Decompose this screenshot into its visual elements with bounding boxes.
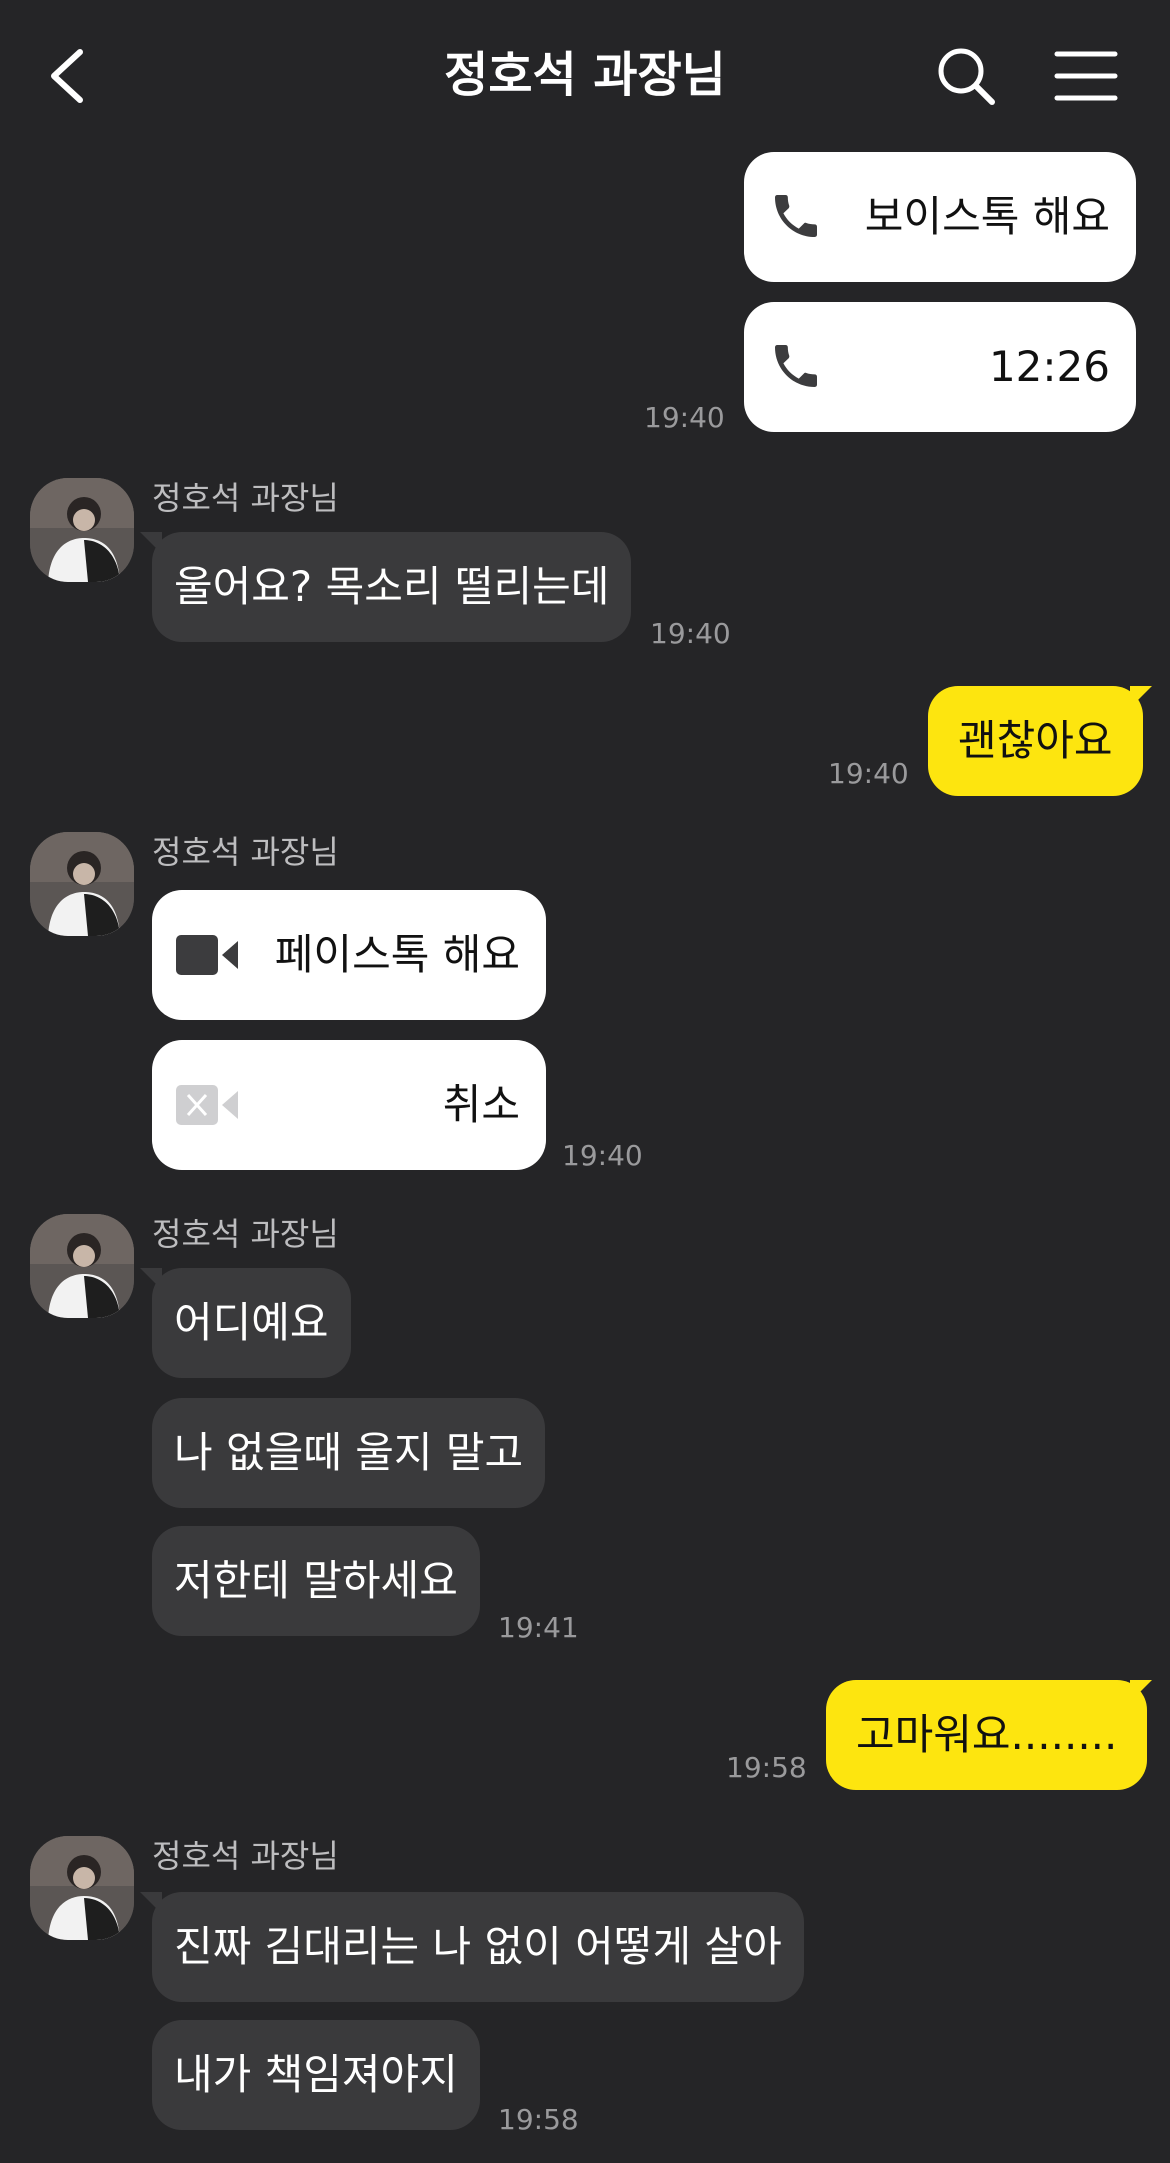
sent-message-bubble[interactable]: 괜찮아요 (928, 686, 1143, 796)
facetalk-cancel-label: 취소 (442, 1080, 520, 1129)
received-message-bubble[interactable]: 저한테 말하세요 (152, 1526, 480, 1636)
received-message-bubble[interactable]: 울어요? 목소리 떨리는데 (152, 532, 632, 642)
video-camera-off-icon (176, 1085, 238, 1125)
message-text: 내가 책임져야지 (174, 2050, 458, 2099)
avatar[interactable] (30, 1836, 134, 1940)
sender-name: 정호석 과장님 (152, 1837, 339, 1875)
facetalk-cancel-card[interactable]: 취소 (152, 1040, 546, 1170)
received-message-bubble[interactable]: 나 없을때 울지 말고 (152, 1398, 546, 1508)
bubble-tail (140, 1892, 162, 1914)
message-text: 고마워요........ (856, 1710, 1118, 1759)
received-message-bubble[interactable]: 진짜 김대리는 나 없이 어떻게 살아 (152, 1892, 804, 2002)
received-message-bubble[interactable]: 내가 책임져야지 (152, 2020, 480, 2130)
voice-call-duration-card[interactable]: 12:26 (744, 302, 1136, 432)
bubble-tail (140, 1268, 162, 1290)
received-message-bubble[interactable]: 어디예요 (152, 1268, 351, 1378)
bubble-tail (1130, 1680, 1152, 1702)
timestamp: 19:41 (498, 1611, 579, 1644)
call-duration-label: 12:26 (988, 342, 1110, 391)
timestamp: 19:58 (498, 2103, 579, 2136)
bubble-tail (1130, 686, 1152, 708)
message-text: 어디예요 (174, 1298, 329, 1347)
avatar-image (30, 1836, 134, 1940)
bubble-tail (140, 532, 162, 554)
avatar-image (30, 832, 134, 936)
timestamp: 19:40 (562, 1139, 643, 1172)
message-text: 괜찮아요 (958, 716, 1113, 765)
search-button[interactable] (934, 44, 998, 108)
avatar-image (30, 478, 134, 582)
message-text: 저한테 말하세요 (174, 1556, 458, 1605)
message-text: 진짜 김대리는 나 없이 어떻게 살아 (174, 1922, 782, 1971)
timestamp: 19:40 (644, 401, 725, 434)
message-text: 나 없을때 울지 말고 (174, 1428, 524, 1477)
timestamp: 19:58 (726, 1751, 807, 1784)
avatar[interactable] (30, 1214, 134, 1318)
phone-icon (775, 195, 817, 237)
search-icon (938, 48, 995, 105)
timestamp: 19:40 (650, 617, 731, 650)
voice-call-label: 보이스톡 해요 (864, 192, 1110, 241)
sender-name: 정호석 과장님 (152, 833, 339, 871)
avatar[interactable] (30, 478, 134, 582)
video-camera-icon (176, 935, 238, 975)
timestamp: 19:40 (828, 757, 909, 790)
menu-button[interactable] (1054, 48, 1118, 104)
voice-call-card[interactable]: 보이스톡 해요 (744, 152, 1136, 282)
avatar[interactable] (30, 832, 134, 936)
message-text: 울어요? 목소리 떨리는데 (174, 562, 610, 611)
avatar-image (30, 1214, 134, 1318)
facetalk-card[interactable]: 페이스톡 해요 (152, 890, 546, 1020)
facetalk-label: 페이스톡 해요 (274, 930, 520, 979)
phone-icon (775, 345, 817, 387)
hamburger-menu-icon (1054, 51, 1118, 101)
sender-name: 정호석 과장님 (152, 479, 339, 517)
sender-name: 정호석 과장님 (152, 1215, 339, 1253)
sent-message-bubble[interactable]: 고마워요........ (826, 1680, 1148, 1790)
